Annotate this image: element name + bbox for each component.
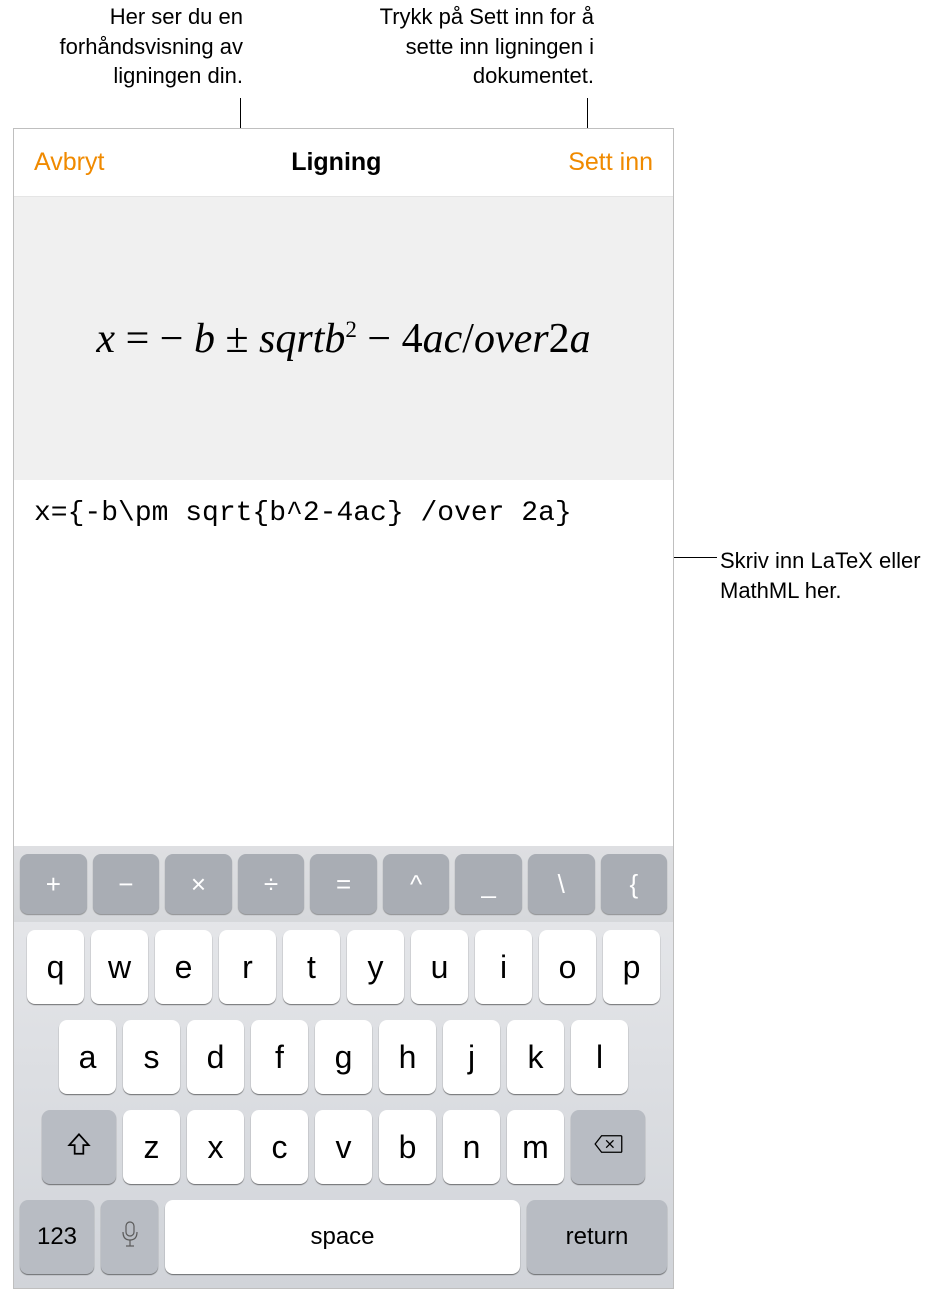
callout-insert-text: Trykk på Sett inn for å sette inn lignin… [334,2,594,91]
key-y[interactable]: y [347,930,404,1004]
key-multiply[interactable]: × [165,854,232,914]
key-p[interactable]: p [603,930,660,1004]
key-h[interactable]: h [379,1020,436,1094]
cancel-button[interactable]: Avbryt [34,148,104,177]
backspace-icon [593,1133,623,1162]
callout-latex-text: Skriv inn LaTeX eller MathML her. [720,546,930,605]
key-space[interactable]: space [165,1200,520,1274]
key-t[interactable]: t [283,930,340,1004]
callout-preview-text: Her ser du en forhåndsvisning av ligning… [28,2,243,91]
key-backslash[interactable]: \ [528,854,595,914]
key-plus[interactable]: + [20,854,87,914]
equation-preview-rendered: x = − b ± sqrtb2 − 4ac/over2a [96,315,590,363]
keyboard-row-1: q w e r t y u i o p [14,922,673,1012]
key-i[interactable]: i [475,930,532,1004]
key-f[interactable]: f [251,1020,308,1094]
key-o[interactable]: o [539,930,596,1004]
key-g[interactable]: g [315,1020,372,1094]
key-minus[interactable]: − [93,854,160,914]
key-b[interactable]: b [379,1110,436,1184]
key-q[interactable]: q [27,930,84,1004]
key-c[interactable]: c [251,1110,308,1184]
page-title: Ligning [291,148,381,177]
on-screen-keyboard: + − × ÷ = ^ _ \ { q w e r t y u i o p a … [14,846,673,1288]
key-v[interactable]: v [315,1110,372,1184]
microphone-icon [120,1220,140,1255]
keyboard-row-2: a s d f g h j k l [14,1012,673,1102]
equation-preview: x = − b ± sqrtb2 − 4ac/over2a [14,197,673,480]
navbar: Avbryt Ligning Sett inn [14,129,673,197]
latex-input-area [14,480,673,735]
key-r[interactable]: r [219,930,276,1004]
key-equals[interactable]: = [310,854,377,914]
shift-icon [66,1131,92,1164]
key-underscore[interactable]: _ [455,854,522,914]
key-backspace[interactable] [571,1110,645,1184]
key-n[interactable]: n [443,1110,500,1184]
latex-input[interactable] [34,498,653,529]
keyboard-symbol-row: + − × ÷ = ^ _ \ { [14,846,673,922]
key-caret[interactable]: ^ [383,854,450,914]
equation-editor-screen: Avbryt Ligning Sett inn x = − b ± sqrtb2… [13,128,674,1289]
key-numbers[interactable]: 123 [20,1200,94,1274]
key-brace[interactable]: { [601,854,668,914]
key-shift[interactable] [42,1110,116,1184]
key-k[interactable]: k [507,1020,564,1094]
key-l[interactable]: l [571,1020,628,1094]
key-z[interactable]: z [123,1110,180,1184]
key-e[interactable]: e [155,930,212,1004]
key-dictation[interactable] [101,1200,158,1274]
key-m[interactable]: m [507,1110,564,1184]
keyboard-bottom-row: 123 space return [14,1192,673,1282]
key-x[interactable]: x [187,1110,244,1184]
key-w[interactable]: w [91,930,148,1004]
key-return[interactable]: return [527,1200,667,1274]
insert-button[interactable]: Sett inn [568,148,653,177]
key-d[interactable]: d [187,1020,244,1094]
key-u[interactable]: u [411,930,468,1004]
keyboard-row-3: z x c v b n m [14,1102,673,1192]
key-s[interactable]: s [123,1020,180,1094]
key-a[interactable]: a [59,1020,116,1094]
key-j[interactable]: j [443,1020,500,1094]
key-divide[interactable]: ÷ [238,854,305,914]
